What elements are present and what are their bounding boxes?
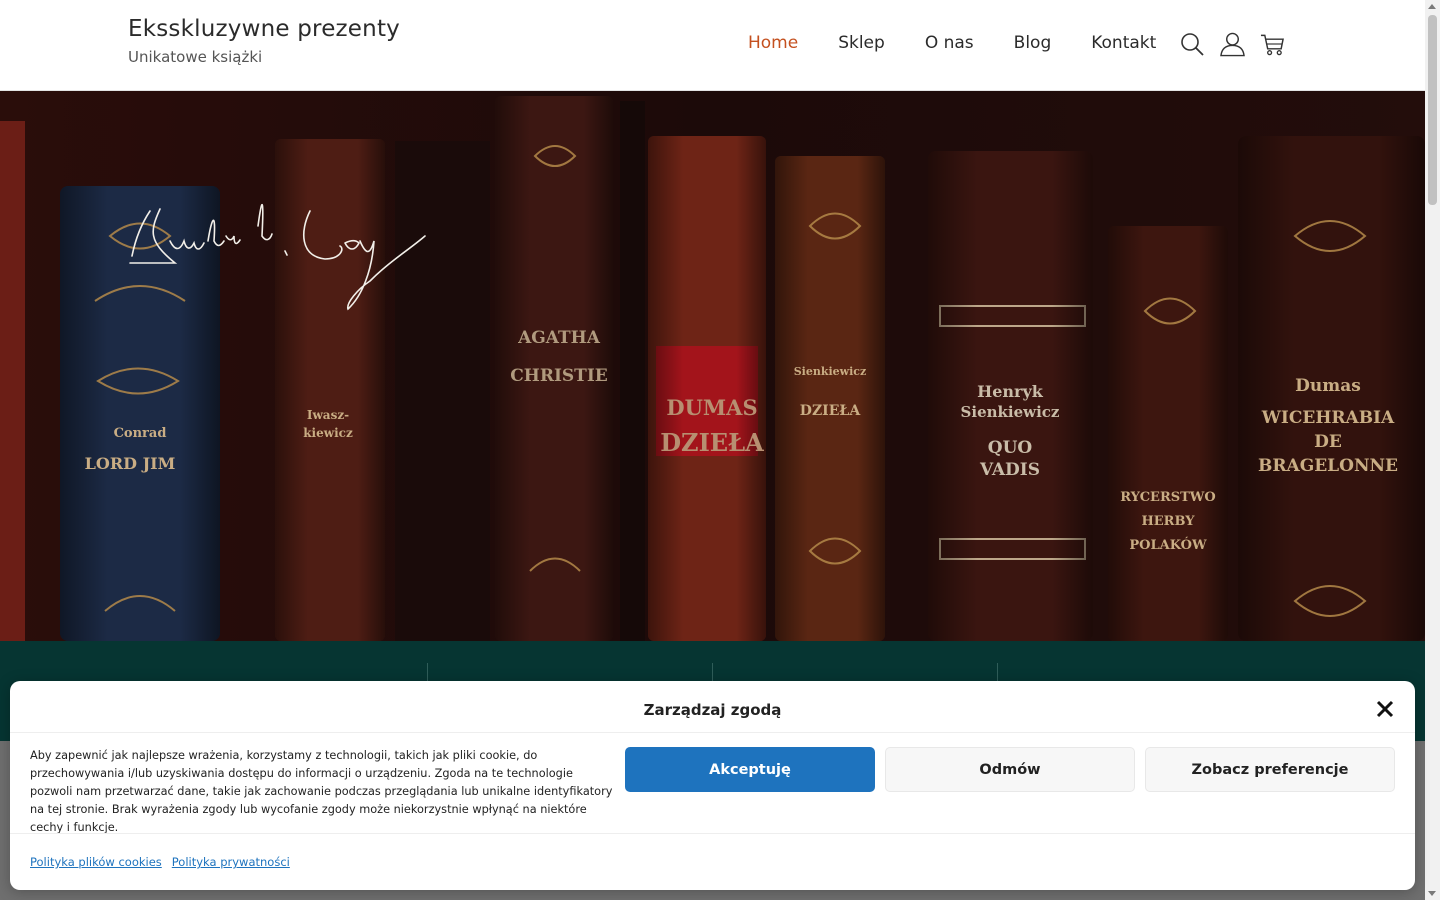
cookie-consent-dialog: Zarządzaj zgodą Aby zapewnić jak najleps… (10, 681, 1415, 890)
nav-item-about[interactable]: O nas (925, 33, 974, 53)
book-title-text: AGATHA (517, 328, 601, 348)
cookie-dialog-header: Zarządzaj zgodą (10, 681, 1415, 733)
main-nav: Home Sklep O nas Blog Kontakt (748, 33, 1196, 53)
book-title-text: HERBY (1141, 514, 1195, 529)
site-title[interactable]: Eksskluzywne prezenty (128, 16, 400, 42)
page-scrollbar[interactable] (1425, 0, 1440, 900)
cookie-dialog-title: Zarządzaj zgodą (643, 701, 782, 719)
site-tagline: Unikatowe książki (128, 48, 263, 66)
site-header: Eksskluzywne prezenty Unikatowe książki … (0, 0, 1425, 91)
nav-item-blog[interactable]: Blog (1014, 33, 1052, 53)
close-icon[interactable] (1375, 699, 1395, 719)
cookie-policy-links: Polityka plików cookies Polityka prywatn… (30, 855, 290, 869)
deny-button[interactable]: Odmów (885, 747, 1135, 792)
book-title-text: Conrad (114, 426, 167, 441)
book-title-text: RYCERSTWO (1120, 490, 1216, 505)
privacy-policy-link[interactable]: Polityka prywatności (172, 855, 290, 869)
book-title-text: CHRISTIE (510, 366, 608, 386)
book-title-text: Iwasz- (307, 408, 349, 422)
hero-banner: Conrad LORD JIM Iwasz- kiewicz AGATHA CH… (0, 91, 1425, 641)
search-icon[interactable] (1180, 30, 1205, 58)
cookie-dialog-footer: Polityka plików cookies Polityka prywatn… (10, 833, 1415, 890)
book-title-text: DZIEŁA (800, 403, 862, 419)
book-title-text: Sienkiewicz (794, 365, 867, 378)
nav-item-home[interactable]: Home (748, 33, 798, 53)
cookie-message: Aby zapewnić jak najlepsze wrażenia, kor… (30, 749, 613, 834)
preferences-button[interactable]: Zobacz preferencje (1145, 747, 1395, 792)
book-title-text: kiewicz (303, 426, 353, 440)
book-title-text: BRAGELONNE (1258, 456, 1398, 476)
cookie-policy-link[interactable]: Polityka plików cookies (30, 855, 162, 869)
book-title-text: WICEHRABIA (1261, 408, 1395, 428)
book-title-text: DZIEŁA (660, 428, 764, 457)
nav-item-shop[interactable]: Sklep (838, 33, 885, 53)
page: Eksskluzywne prezenty Unikatowe książki … (0, 0, 1440, 900)
book-title-text: DE (1314, 432, 1342, 452)
brand[interactable]: Eksskluzywne prezenty Unikatowe książki (128, 16, 400, 66)
scroll-down-arrow-icon[interactable] (1428, 891, 1436, 896)
header-icons (1180, 30, 1285, 58)
book-title-text: QUO (988, 438, 1033, 458)
book-title-text: POLAKÓW (1129, 536, 1207, 553)
scrollbar-thumb[interactable] (1428, 15, 1437, 205)
user-icon[interactable] (1220, 30, 1245, 58)
book-title-text: LORD JIM (85, 454, 176, 473)
book-title-text: Sienkiewicz (961, 403, 1060, 421)
books-illustration: Conrad LORD JIM Iwasz- kiewicz AGATHA CH… (0, 91, 1425, 641)
nav-item-contact[interactable]: Kontakt (1091, 33, 1156, 53)
accept-button[interactable]: Akceptuję (625, 747, 875, 792)
book-title-text: Henryk (977, 382, 1044, 401)
book-title-text: DUMAS (666, 395, 757, 420)
book-title-text: Dumas (1295, 376, 1361, 396)
book-title-text: VADIS (979, 460, 1040, 480)
scroll-up-arrow-icon[interactable] (1428, 4, 1436, 9)
cart-icon[interactable] (1260, 30, 1285, 58)
